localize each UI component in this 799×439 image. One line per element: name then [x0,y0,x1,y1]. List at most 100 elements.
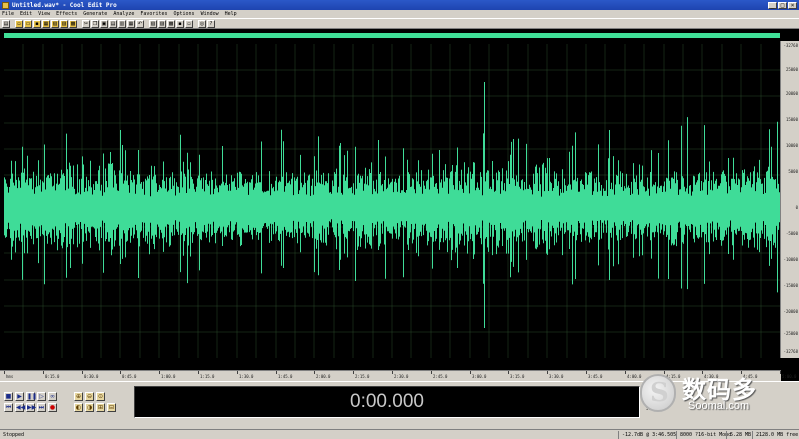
paste-mix-icon[interactable]: ▤ [109,19,117,28]
zoom-controls: ⊕ ⊖ ⊙ ◐ ◑ ⊞ ⊟ [74,386,128,426]
time-tick [276,371,277,374]
time-label: 2:45.0 [433,374,448,379]
view-range-indicator[interactable] [4,33,780,38]
time-tick [43,371,44,374]
current-time: 0:00.000 [350,391,424,412]
mode-toggle-icon[interactable]: ▤ [2,19,10,28]
time-tick [353,371,354,374]
time-tick [120,371,121,374]
rewind-icon[interactable]: ◀◀ [15,403,25,412]
go-to-beginning-icon[interactable]: ⏮ [4,403,13,412]
menu-window[interactable]: Window [201,11,219,17]
help-icon[interactable]: ? [207,19,215,28]
snap-icon[interactable]: ▫ [185,19,193,28]
trim-icon[interactable]: ▦ [127,19,135,28]
paste-icon[interactable]: ▣ [100,19,108,28]
amp-label: -5000 [785,231,798,236]
time-label: 1:15.0 [200,374,215,379]
zoom-left-icon[interactable]: ◐ [74,403,83,412]
menu-help[interactable]: Help [225,11,237,17]
amp-label: 0 [795,205,798,210]
amp-label: 25000 [785,67,798,72]
zoom-vertical-in-icon[interactable]: ⊞ [96,403,105,412]
go-to-end-icon[interactable]: ⏭ [37,403,46,412]
maximize-button[interactable]: □ [778,1,787,9]
stop-icon[interactable]: ■ [4,392,13,401]
time-tick [625,371,626,374]
record-icon[interactable]: ● [48,403,57,412]
toolbar: ▤ ▫ ▭ ▪ ▦ ▧ ▨ ▩ ✂ ❐ ▣ ▤ ▥ ▦ ↶ ▧ ▨ ▩ ▪ ▫ … [0,18,799,29]
waveform-view-icon[interactable]: ▪ [176,19,184,28]
time-label: 2:15.0 [355,374,370,379]
window-title: Untitled.wav* - Cool Edit Pro [12,1,117,9]
app-icon [2,1,9,9]
revert-icon[interactable]: ▩ [69,19,77,28]
paste-new-icon[interactable]: ▥ [118,19,126,28]
cut-icon[interactable]: ✂ [82,19,90,28]
close-button[interactable]: × [788,1,797,9]
settings-icon[interactable]: ▧ [149,19,157,28]
time-tick [508,371,509,374]
waveform-svg[interactable] [4,44,780,358]
fast-forward-icon[interactable]: ▶▶ [26,403,36,412]
zoom-full-icon[interactable]: ⊙ [96,392,105,401]
menu-analyze[interactable]: Analyze [113,11,134,17]
undo-icon[interactable]: ↶ [136,19,144,28]
menu-file[interactable]: File [2,11,14,17]
loop-icon[interactable]: ▨ [158,19,166,28]
zoom-vertical-out-icon[interactable]: ⊟ [107,403,116,412]
time-label: hms [6,374,14,379]
close-file-icon[interactable]: ▧ [51,19,59,28]
time-label: 3:30.0 [549,374,564,379]
menu-favorites[interactable]: Favorites [140,11,167,17]
amp-label: -25000 [783,331,798,336]
time-label: 1:00.0 [161,374,176,379]
time-tick [470,371,471,374]
overview-bar[interactable] [0,30,799,41]
new-file-icon[interactable]: ▫ [15,19,23,28]
menu-options[interactable]: Options [173,11,194,17]
menu-generate[interactable]: Generate [83,11,107,17]
status-state: Stopped [3,432,25,438]
save-icon[interactable]: ▪ [33,19,41,28]
waveform-display[interactable] [4,44,780,358]
menu-effects[interactable]: Effects [56,11,77,17]
status-free: 2128.0 MB free [756,432,799,438]
pause-icon[interactable]: ❚❚ [26,392,37,401]
open-append-icon[interactable]: ▦ [42,19,50,28]
zoom-out-icon[interactable]: ⊖ [85,392,94,401]
copy-icon[interactable]: ❐ [91,19,99,28]
time-tick [547,371,548,374]
amp-label: 5000 [788,169,798,174]
zoom-in-icon[interactable]: ⊕ [74,392,83,401]
time-tick [4,371,5,374]
save-selection-icon[interactable]: ▨ [60,19,68,28]
cd-player-icon[interactable]: ◎ [198,19,206,28]
amp-label: -32768 [783,349,798,354]
time-label: 0:45.0 [122,374,137,379]
amp-label: 20000 [785,91,798,96]
time-tick [586,371,587,374]
menu-bar: File Edit View Effects Generate Analyze … [0,10,799,18]
time-label: 0:30.0 [84,374,99,379]
time-label: 3:15.0 [510,374,525,379]
open-file-icon[interactable]: ▭ [24,19,32,28]
time-tick [82,371,83,374]
minimize-button[interactable]: _ [768,1,777,9]
watermark-en: Soomal.com [688,400,750,412]
time-label: 1:30.0 [239,374,254,379]
time-label: 2:00.0 [316,374,331,379]
status-format: 8000 ?16-bit Mono [680,432,732,438]
title-bar: Untitled.wav* - Cool Edit Pro _ □ × [0,0,799,10]
play-icon[interactable]: ▶ [15,392,24,401]
spectral-view-icon[interactable]: ▩ [167,19,175,28]
play-looped-icon[interactable]: ∞ [48,392,57,401]
zoom-right-icon[interactable]: ◑ [85,403,94,412]
status-bar: Stopped -12.7dB @ 3:46.505 8000 ?16-bit … [0,429,799,439]
time-tick [198,371,199,374]
amp-label: -20000 [783,309,798,314]
play-from-cursor-icon[interactable]: ▷ [37,392,46,401]
time-display: 0:00.000 [134,386,640,418]
menu-edit[interactable]: Edit [20,11,32,17]
menu-view[interactable]: View [38,11,50,17]
